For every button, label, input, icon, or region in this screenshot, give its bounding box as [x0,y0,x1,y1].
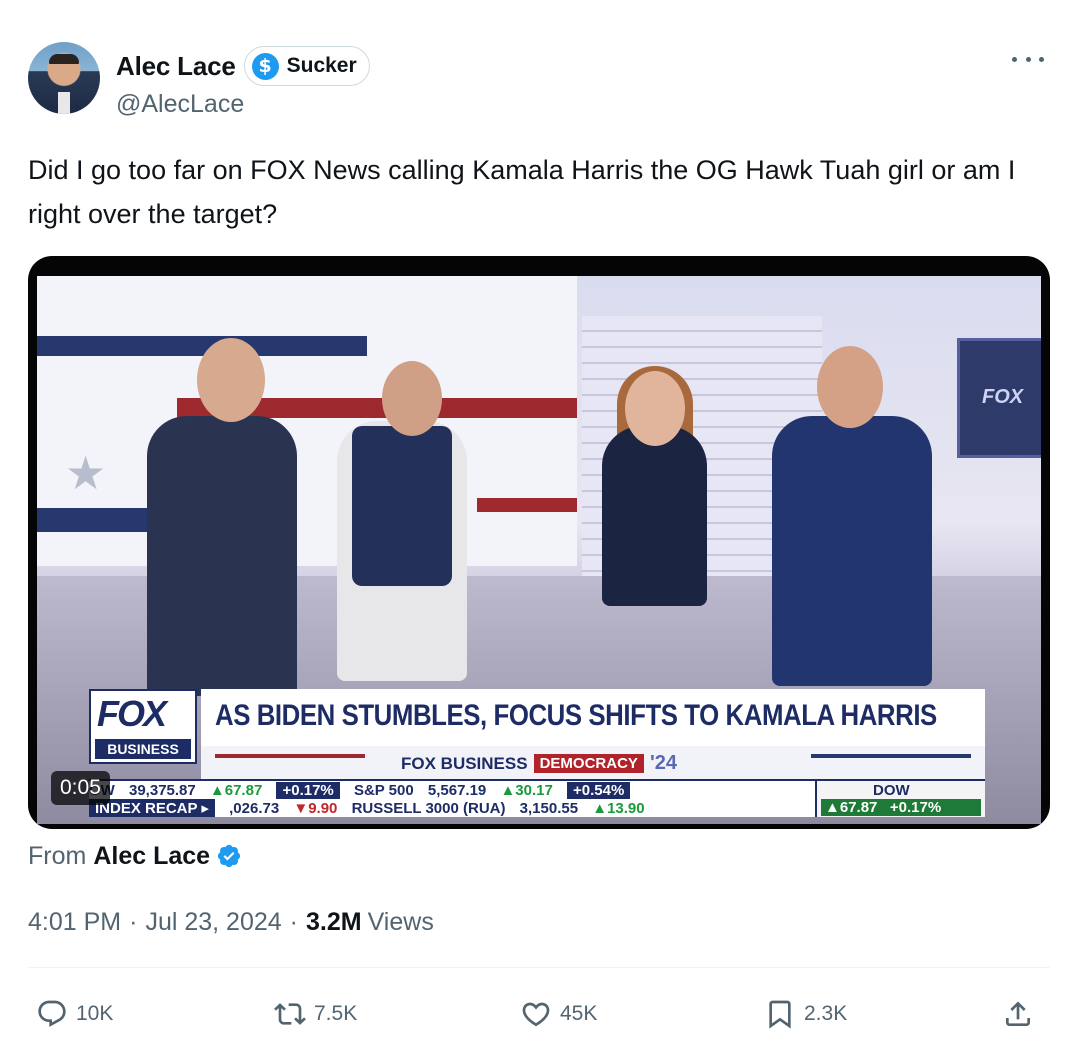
display-name[interactable]: Alec Lace [116,51,236,82]
avatar-hair [49,54,79,64]
brand-left: FOX BUSINESS [401,753,528,773]
like-button[interactable]: 45K [520,992,597,1036]
action-bar: 10K 7.5K 45K 2.3K [28,992,1050,1036]
guest-1-head [197,338,265,422]
ticker-row-1: OW 39,375.87 ▲67.87 +0.17% S&P 500 5,567… [89,782,640,799]
share-icon [1006,1001,1030,1026]
host-2-head [817,346,883,428]
tweet-header: Alec Lace $ Sucker @AlecLace [28,40,1052,120]
dollar-sign-icon: $ [251,52,279,80]
verified-badge-icon [217,844,241,868]
reply-count: 10K [76,1002,114,1025]
bookmark-button[interactable]: 2.3K [764,992,847,1036]
video-attribution: From Alec Lace [28,840,242,872]
repost-button[interactable]: 7.5K [274,992,357,1036]
video-player[interactable]: ★ FOX FOX BUSINESS AS BIDEN STUMBLES, FO… [28,256,1050,829]
host-2-body [772,416,932,686]
attribution-prefix: From [28,841,87,870]
host-1-body [602,426,707,606]
guest-2-vest [352,426,452,586]
views-count: 3.2M [305,907,362,936]
repost-icon [274,1003,306,1025]
tweet-date[interactable]: Jul 23, 2024 [145,908,281,937]
name-row: Alec Lace $ Sucker [116,44,370,88]
dow-box: DOW ▲67.87 +0.17% [815,781,985,817]
studio-wall: ★ [37,276,577,566]
broadcast-headline: AS BIDEN STUMBLES, FOCUS SHIFTS TO KAMAL… [215,699,937,732]
host-1-head [625,371,685,446]
repost-count: 7.5K [314,1002,358,1025]
heart-icon [522,1002,550,1027]
bookmark-count: 2.3K [804,1002,848,1025]
studio-screen-label: FOX [982,386,1024,408]
like-count: 45K [560,1002,598,1025]
avatar[interactable] [28,42,100,114]
guest-2-head [382,361,442,436]
tweet-text: Did I go too far on FOX News calling Kam… [28,155,1016,229]
badge-label: Sucker [286,54,357,77]
avatar-shirt [58,92,70,114]
reply-icon [38,1000,66,1027]
ticker-row-2: INDEX RECAP ▸ ,026.73 ▼9.90 RUSSELL 3000… [89,799,655,817]
brand-strap: FOX BUSINESS DEMOCRACY '24 [201,746,985,780]
studio-screen: FOX [957,338,1041,458]
divider [28,967,1050,968]
attribution-name[interactable]: Alec Lace [93,842,210,871]
share-button[interactable] [1002,992,1034,1036]
brand-year: '24 [649,752,677,774]
bookmark-icon [769,1000,791,1029]
views-label: Views [367,907,434,936]
user-handle[interactable]: @AlecLace [116,90,244,119]
news-lower-third: FOX BUSINESS AS BIDEN STUMBLES, FOCUS SH… [89,689,985,819]
affiliation-badge[interactable]: $ Sucker [243,46,370,86]
brand-tag: DEMOCRACY [533,754,644,773]
more-options-icon[interactable] [1012,52,1044,66]
tweet-time[interactable]: 4:01 PM [28,908,121,937]
tweet-meta: 4:01 PM · Jul 23, 2024 · 3.2M Views [28,907,434,937]
stock-ticker: OW 39,375.87 ▲67.87 +0.17% S&P 500 5,567… [89,779,985,817]
headline-box: AS BIDEN STUMBLES, FOCUS SHIFTS TO KAMAL… [201,689,985,746]
video-duration: 0:05 [51,771,110,805]
network-logo: FOX BUSINESS [89,689,197,764]
video-frame[interactable]: ★ FOX FOX BUSINESS AS BIDEN STUMBLES, FO… [37,276,1041,824]
star-icon: ★ [65,446,107,500]
guest-1-body [147,416,297,696]
reply-button[interactable]: 10K [36,992,113,1036]
